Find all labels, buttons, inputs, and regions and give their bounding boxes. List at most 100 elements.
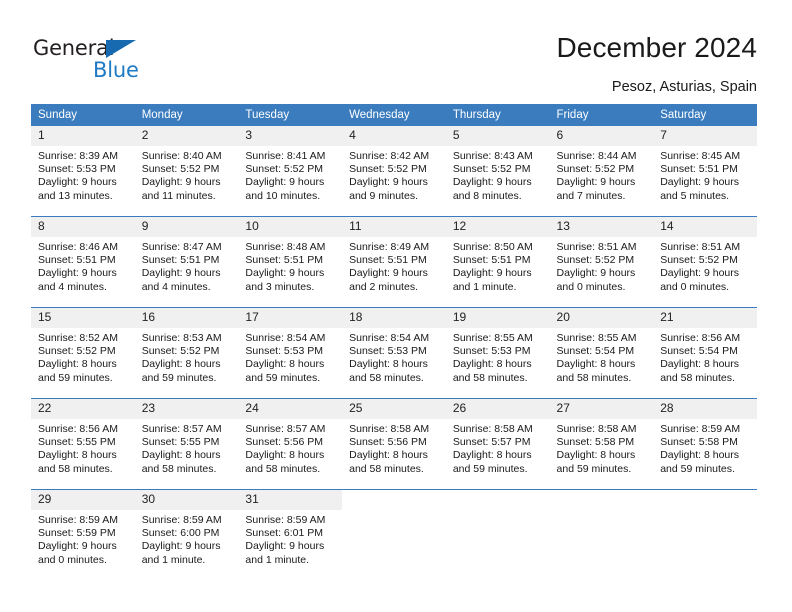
day-number: 9 [134, 217, 239, 237]
calendar-day-cell[interactable]: 16 Sunrise: 8:53 AM Sunset: 5:52 PM Dayligh… [134, 307, 239, 399]
calendar-day-cell[interactable]: 22 Sunrise: 8:56 AM Sunset: 5:55 PM Dayligh… [31, 398, 135, 490]
calendar-day-cell[interactable]: 11 Sunrise: 8:49 AM Sunset: 5:51 PM Dayligh… [342, 216, 446, 308]
day-sun-info: Sunrise: 8:51 AM Sunset: 5:52 PM Daylight:… [550, 237, 654, 294]
daylight-text: Daylight: 8 hours and 58 minutes. [245, 449, 325, 475]
day-number: 6 [549, 126, 654, 146]
sunrise-text: Sunrise: 8:56 AM [38, 423, 118, 435]
calendar-day-cell[interactable]: 24 Sunrise: 8:57 AM Sunset: 5:56 PM Dayligh… [238, 398, 343, 490]
day-sun-info: Sunrise: 8:50 AM Sunset: 5:51 PM Daylight:… [446, 237, 550, 294]
calendar-week-row: 29 Sunrise: 8:59 AM Sunset: 5:59 PM Dayligh… [31, 489, 757, 580]
sunset-text: Sunset: 5:52 PM [245, 163, 324, 176]
calendar-day-cell[interactable]: 14 Sunrise: 8:51 AM Sunset: 5:52 PM Dayligh… [653, 216, 757, 308]
calendar-day-cell[interactable]: 9 Sunrise: 8:47 AM Sunset: 5:51 PM Daylight… [134, 216, 239, 308]
day-number: 10 [238, 217, 343, 237]
calendar-week-row: 22 Sunrise: 8:56 AM Sunset: 5:55 PM Dayligh… [31, 398, 757, 490]
calendar-day-cell[interactable]: 29 Sunrise: 8:59 AM Sunset: 5:59 PM Dayligh… [31, 489, 135, 580]
day-sun-info: Sunrise: 8:56 AM Sunset: 5:55 PM Daylight:… [31, 419, 135, 476]
sunrise-text: Sunrise: 8:40 AM [141, 150, 222, 162]
calendar-day-cell[interactable]: 5 Sunrise: 8:43 AM Sunset: 5:52 PM Daylight… [445, 125, 550, 217]
day-sun-info: Sunrise: 8:58 AM Sunset: 5:57 PM Daylight:… [446, 419, 550, 476]
calendar-day-cell[interactable]: 18 Sunrise: 8:54 AM Sunset: 5:53 PM Dayligh… [342, 307, 446, 399]
daylight-text: Daylight: 9 hours and 4 minutes. [38, 267, 117, 293]
calendar-day-cell-empty [342, 489, 446, 580]
calendar-day-cell[interactable]: 15 Sunrise: 8:52 AM Sunset: 5:52 PM Dayligh… [31, 307, 135, 399]
calendar-day-cell[interactable]: 19 Sunrise: 8:55 AM Sunset: 5:53 PM Dayligh… [445, 307, 550, 399]
day-number: 11 [342, 217, 446, 237]
calendar-day-cell[interactable]: 27 Sunrise: 8:58 AM Sunset: 5:58 PM Dayligh… [549, 398, 654, 490]
day-sun-info: Sunrise: 8:55 AM Sunset: 5:54 PM Daylight:… [550, 328, 654, 385]
sunset-text: Sunset: 5:51 PM [660, 163, 738, 176]
sunrise-text: Sunrise: 8:52 AM [38, 332, 118, 344]
day-sun-info: Sunrise: 8:47 AM Sunset: 5:51 PM Daylight:… [135, 237, 239, 294]
daylight-text: Daylight: 8 hours and 59 minutes. [38, 358, 117, 384]
calendar-day-cell[interactable]: 13 Sunrise: 8:51 AM Sunset: 5:52 PM Dayligh… [549, 216, 654, 308]
calendar-week-row: 8 Sunrise: 8:46 AM Sunset: 5:51 PM Daylight… [31, 216, 757, 308]
sunrise-text: Sunrise: 8:56 AM [660, 332, 741, 344]
sunset-text: Sunset: 5:54 PM [556, 345, 635, 358]
calendar-page: General Blue December 2024 Pesoz, Asturi… [0, 0, 792, 612]
daylight-text: Daylight: 9 hours and 1 minute. [245, 540, 325, 566]
daylight-text: Daylight: 8 hours and 58 minutes. [660, 358, 740, 384]
day-number: 28 [653, 399, 757, 419]
sunrise-text: Sunrise: 8:55 AM [556, 332, 637, 344]
calendar-day-cell[interactable]: 23 Sunrise: 8:57 AM Sunset: 5:55 PM Dayligh… [134, 398, 239, 490]
calendar-day-cell[interactable]: 20 Sunrise: 8:55 AM Sunset: 5:54 PM Dayligh… [549, 307, 654, 399]
sunrise-text: Sunrise: 8:42 AM [349, 150, 430, 162]
day-number [550, 490, 654, 510]
page-header: General Blue December 2024 Pesoz, Asturi… [0, 0, 792, 100]
calendar-day-cell[interactable]: 31 Sunrise: 8:59 AM Sunset: 6:01 PM Dayligh… [238, 489, 343, 580]
calendar-day-cell[interactable]: 7 Sunrise: 8:45 AM Sunset: 5:51 PM Daylight… [653, 125, 757, 217]
sunset-text: Sunset: 5:52 PM [452, 163, 531, 176]
day-number: 12 [445, 217, 550, 237]
sunrise-text: Sunrise: 8:55 AM [452, 332, 533, 344]
calendar-day-cell[interactable]: 3 Sunrise: 8:41 AM Sunset: 5:52 PM Daylight… [238, 125, 343, 217]
calendar-day-cell[interactable]: 2 Sunrise: 8:40 AM Sunset: 5:52 PM Daylight… [134, 125, 239, 217]
day-number [446, 490, 550, 510]
calendar-day-cell[interactable]: 4 Sunrise: 8:42 AM Sunset: 5:52 PM Daylight… [342, 125, 446, 217]
sunset-text: Sunset: 5:51 PM [141, 254, 220, 267]
logo-text-general: General [33, 36, 115, 60]
general-blue-logo[interactable]: General Blue [33, 36, 153, 84]
daylight-text: Daylight: 9 hours and 8 minutes. [452, 176, 532, 202]
sunset-text: Sunset: 6:01 PM [245, 527, 324, 540]
calendar-day-cell[interactable]: 21 Sunrise: 8:56 AM Sunset: 5:54 PM Dayligh… [653, 307, 757, 399]
day-sun-info: Sunrise: 8:55 AM Sunset: 5:53 PM Daylight:… [446, 328, 550, 385]
weekday-header-row: Sunday Monday Tuesday Wednesday Thursday… [31, 104, 757, 126]
sunrise-text: Sunrise: 8:58 AM [452, 423, 533, 435]
daylight-text: Daylight: 9 hours and 3 minutes. [245, 267, 325, 293]
sunrise-text: Sunrise: 8:58 AM [556, 423, 637, 435]
sunrise-text: Sunrise: 8:51 AM [556, 241, 637, 253]
daylight-text: Daylight: 9 hours and 0 minutes. [38, 540, 117, 566]
calendar-day-cell[interactable]: 6 Sunrise: 8:44 AM Sunset: 5:52 PM Daylight… [549, 125, 654, 217]
weekday-header-thursday: Thursday [445, 104, 550, 126]
calendar-day-cell[interactable]: 17 Sunrise: 8:54 AM Sunset: 5:53 PM Dayligh… [238, 307, 343, 399]
calendar-day-cell[interactable]: 1 Sunrise: 8:39 AM Sunset: 5:53 PM Daylight… [31, 125, 135, 217]
day-number: 27 [549, 399, 654, 419]
sunrise-text: Sunrise: 8:51 AM [660, 241, 741, 253]
calendar-day-cell[interactable]: 26 Sunrise: 8:58 AM Sunset: 5:57 PM Dayligh… [445, 398, 550, 490]
calendar-day-cell[interactable]: 30 Sunrise: 8:59 AM Sunset: 6:00 PM Dayligh… [134, 489, 239, 580]
day-sun-info: Sunrise: 8:40 AM Sunset: 5:52 PM Daylight:… [135, 146, 239, 203]
daylight-text: Daylight: 8 hours and 59 minutes. [141, 358, 221, 384]
calendar-day-cell[interactable]: 8 Sunrise: 8:46 AM Sunset: 5:51 PM Daylight… [31, 216, 135, 308]
calendar-day-cell[interactable]: 12 Sunrise: 8:50 AM Sunset: 5:51 PM Dayligh… [445, 216, 550, 308]
sunrise-text: Sunrise: 8:59 AM [245, 514, 326, 526]
page-title: December 2024 [556, 32, 757, 63]
sunset-text: Sunset: 5:51 PM [38, 254, 116, 267]
sunset-text: Sunset: 5:56 PM [245, 436, 324, 449]
daylight-text: Daylight: 8 hours and 59 minutes. [660, 449, 740, 475]
weekday-header-sunday: Sunday [31, 104, 135, 126]
day-number: 17 [238, 308, 343, 328]
sunset-text: Sunset: 5:53 PM [38, 163, 116, 176]
weekday-header-wednesday: Wednesday [342, 104, 446, 126]
day-number: 5 [445, 126, 550, 146]
sunrise-text: Sunrise: 8:46 AM [38, 241, 118, 253]
day-number: 24 [238, 399, 343, 419]
daylight-text: Daylight: 8 hours and 58 minutes. [556, 358, 636, 384]
calendar-day-cell[interactable]: 25 Sunrise: 8:58 AM Sunset: 5:56 PM Dayligh… [342, 398, 446, 490]
sunrise-text: Sunrise: 8:57 AM [141, 423, 222, 435]
daylight-text: Daylight: 8 hours and 58 minutes. [349, 449, 428, 475]
calendar-day-cell[interactable]: 10 Sunrise: 8:48 AM Sunset: 5:51 PM Dayligh… [238, 216, 343, 308]
day-sun-info: Sunrise: 8:45 AM Sunset: 5:51 PM Daylight:… [653, 146, 757, 203]
calendar-day-cell[interactable]: 28 Sunrise: 8:59 AM Sunset: 5:58 PM Dayligh… [653, 398, 757, 490]
